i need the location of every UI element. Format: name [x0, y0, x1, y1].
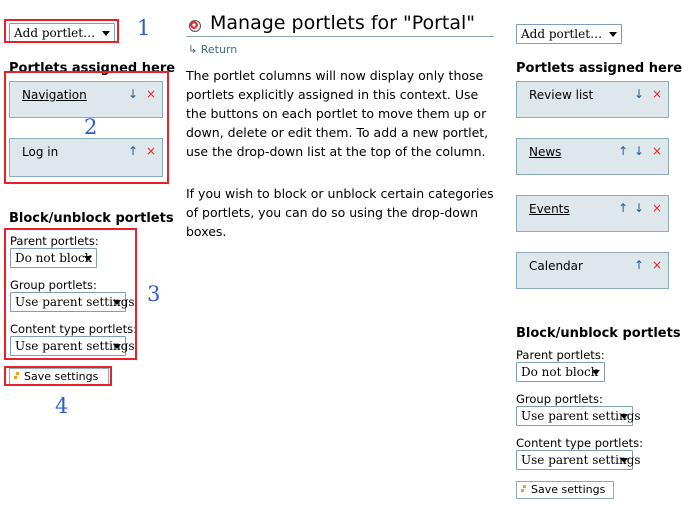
page-title: Manage portlets for "Portal" [186, 11, 494, 37]
chevron-down-icon [620, 458, 628, 463]
arrow-return-icon: ↳ [188, 43, 198, 56]
delete-icon[interactable]: × [652, 258, 662, 272]
page-title-text: Manage portlets for "Portal" [210, 12, 476, 34]
right-assigned-heading: Portlets assigned here [516, 61, 682, 76]
chevron-down-icon [620, 414, 628, 419]
right-portlet-review-list: Review list ↓ × [516, 81, 669, 118]
right-add-portlet-value: Add portlet… [521, 27, 603, 41]
move-down-icon[interactable]: ↓ [634, 201, 644, 215]
left-block-heading: Block/unblock portlets [9, 211, 174, 226]
move-down-icon[interactable]: ↓ [634, 144, 644, 158]
right-parent-label: Parent portlets: [516, 348, 605, 362]
right-group-select[interactable]: Use parent settings [516, 406, 641, 426]
right-content-label: Content type portlets: [516, 436, 643, 450]
annotation-number-4: 4 [55, 394, 69, 418]
portlet-name: Calendar [529, 259, 583, 273]
annotation-frame-3 [4, 228, 137, 360]
right-save-button[interactable]: Save settings [516, 481, 614, 499]
right-group-label: Group portlets: [516, 392, 603, 406]
move-up-icon[interactable]: ↑ [618, 144, 628, 158]
annotation-frame-1 [4, 19, 119, 43]
right-portlet-events: Events ↑ ↓ × [516, 195, 669, 232]
delete-icon[interactable]: × [652, 201, 662, 215]
portlet-name-link[interactable]: News [529, 145, 561, 159]
return-link[interactable]: ↳ Return [188, 43, 237, 56]
right-portlet-calendar: Calendar ↑ × [516, 252, 669, 289]
move-up-icon[interactable]: ↑ [634, 258, 644, 272]
return-label: Return [200, 43, 238, 56]
right-add-portlet-select[interactable]: Add portlet… [516, 24, 622, 44]
block-paragraph: If you wish to block or unblock certain … [186, 186, 494, 239]
right-parent-select[interactable]: Do not block [516, 362, 605, 382]
chevron-down-icon [609, 32, 617, 37]
portlet-name: Review list [529, 88, 594, 102]
right-block-heading: Block/unblock portlets [516, 326, 681, 341]
save-icon [521, 485, 527, 495]
right-content-select[interactable]: Use parent settings [516, 450, 641, 470]
portlet-name-link[interactable]: Events [529, 202, 570, 216]
intro-paragraph: The portlet columns will now display onl… [186, 68, 489, 159]
annotation-frame-4 [4, 366, 112, 386]
move-up-icon[interactable]: ↑ [618, 201, 628, 215]
chevron-down-icon [592, 370, 600, 375]
right-portlet-news: News ↑ ↓ × [516, 138, 669, 175]
delete-icon[interactable]: × [652, 87, 662, 101]
annotation-number-1: 1 [137, 16, 151, 40]
right-parent-value: Do not block [521, 365, 598, 379]
portlet-manager-icon [189, 20, 201, 32]
move-down-icon[interactable]: ↓ [634, 87, 644, 101]
annotation-number-3: 3 [147, 282, 161, 306]
annotation-number-2: 2 [84, 115, 98, 139]
right-save-label: Save settings [531, 483, 606, 496]
delete-icon[interactable]: × [652, 144, 662, 158]
